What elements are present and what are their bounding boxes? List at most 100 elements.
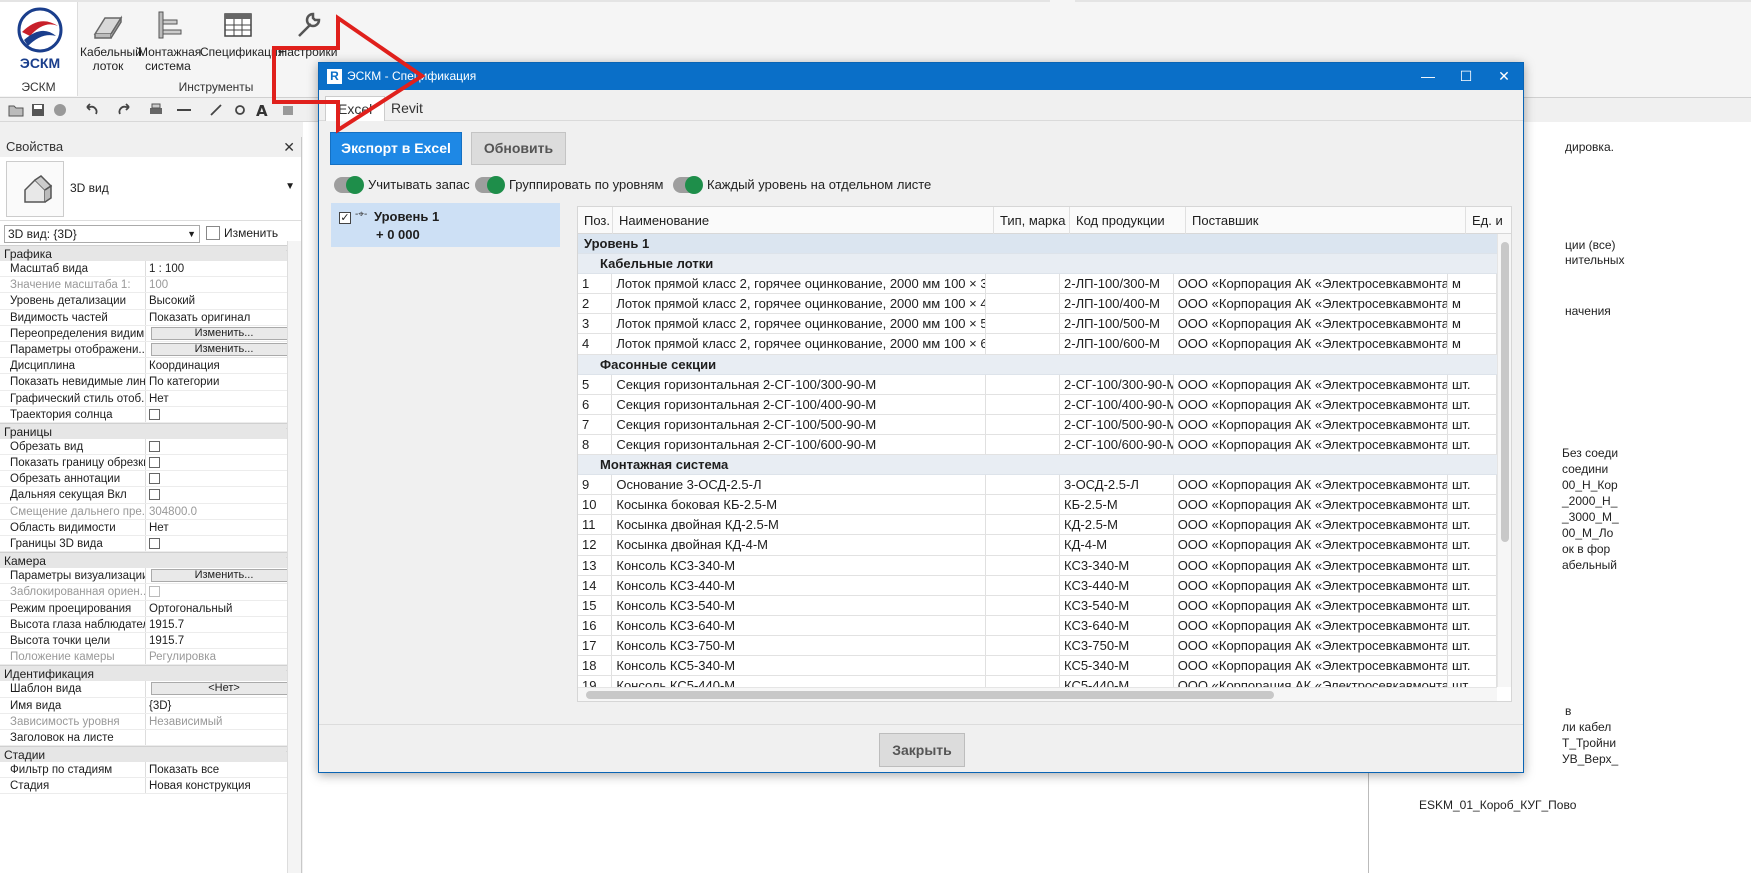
tree-item-level[interactable]: ✓ -⌖- Уровень 1 + 0 000 xyxy=(331,203,560,247)
chevron-down-icon[interactable]: ▼ xyxy=(285,181,295,192)
detail-level-value[interactable]: Высокий xyxy=(146,293,301,308)
table-row[interactable]: 16 Консоль КС3-640-М КС3-640-М ООО «Корпора… xyxy=(578,615,1497,636)
section-camera[interactable]: Камера⌃ xyxy=(0,552,301,569)
view-scale-value[interactable]: 1 : 100 xyxy=(146,261,301,276)
measure-icon[interactable] xyxy=(176,102,192,118)
tag-icon[interactable] xyxy=(232,102,248,118)
close-button[interactable]: ✕ xyxy=(1485,63,1523,90)
table-row[interactable]: 6 Секция горизонтальная 2-СГ-100/400-90-М… xyxy=(578,394,1497,415)
table-cell xyxy=(986,294,1061,314)
type-selector[interactable]: 3D вид ▼ xyxy=(0,157,301,221)
open-icon[interactable] xyxy=(8,102,24,118)
section-phasing[interactable]: Стадии⌃ xyxy=(0,746,301,763)
mounting-system-button[interactable]: Монтажная система xyxy=(138,8,201,73)
undo-icon[interactable] xyxy=(84,102,100,118)
close-dialog-button[interactable]: Закрыть xyxy=(879,733,965,767)
table-row[interactable]: 18 Консоль КС5-340-М КС5-340-М ООО «Корпора… xyxy=(578,655,1497,677)
scroll-thumb[interactable] xyxy=(586,691,1274,699)
table-row[interactable]: 8 Секция горизонтальная 2-СГ-100/600-90-М… xyxy=(578,434,1497,456)
table-row[interactable]: 13 Консоль КС3-340-М КС3-340-М ООО «Корпора… xyxy=(578,555,1497,576)
visibility-overrides-edit-button[interactable]: Изменить... xyxy=(151,326,297,340)
far-clip-checkbox[interactable] xyxy=(149,489,160,501)
table-row[interactable]: 2 Лоток прямой класс 2, горячее оцинкован… xyxy=(578,294,1497,315)
section-box-checkbox[interactable] xyxy=(149,538,160,549)
settings-button[interactable]: Настройки xyxy=(278,8,338,59)
sync-icon[interactable] xyxy=(52,102,68,118)
table-row[interactable]: 15 Консоль КС3-540-М КС3-540-М ООО «Корпора… xyxy=(578,595,1497,616)
view-name-value[interactable]: {3D} xyxy=(146,698,301,713)
print-icon[interactable] xyxy=(148,102,164,118)
tab-revit[interactable]: Revit xyxy=(379,96,435,121)
rendering-settings-edit-button[interactable]: Изменить... xyxy=(151,569,297,583)
level-checkbox[interactable]: ✓ xyxy=(339,212,351,224)
phase-value[interactable]: Новая конструкция xyxy=(146,778,301,793)
column-header[interactable]: Поз. xyxy=(578,207,613,234)
section-graphics[interactable]: Графика⌃ xyxy=(0,245,301,261)
minimize-button[interactable]: — xyxy=(1409,63,1447,90)
display-options-edit-button[interactable]: Изменить... xyxy=(151,342,297,356)
table-row[interactable]: 3 Лоток прямой класс 2, горячее оцинкован… xyxy=(578,314,1497,335)
properties-scrollbar[interactable] xyxy=(287,241,301,873)
prop-row: Высота точки цели 1915.7 xyxy=(0,632,301,650)
export-excel-button[interactable]: Экспорт в Excel xyxy=(330,132,462,165)
vertical-scrollbar[interactable] xyxy=(1497,234,1511,687)
toggle-reserve[interactable]: Учитывать запас xyxy=(334,176,472,194)
projection-mode-value[interactable]: Ортогональный xyxy=(146,601,301,616)
edit-type-button[interactable]: Изменить тип xyxy=(206,225,296,256)
section-identity[interactable]: Идентификация⌃ xyxy=(0,665,301,682)
annotation-crop-checkbox[interactable] xyxy=(149,473,160,485)
column-header[interactable]: Тип, марка xyxy=(994,207,1070,234)
crop-region-visible-checkbox[interactable] xyxy=(149,457,160,469)
column-header[interactable]: Код продукции xyxy=(1070,207,1186,234)
scroll-thumb[interactable] xyxy=(1501,242,1509,542)
instance-filter-select[interactable]: 3D вид: {3D} ▼ xyxy=(4,225,200,243)
toggle-group-by-levels[interactable]: Группировать по уровням xyxy=(475,176,665,194)
table-row[interactable]: 7 Секция горизонтальная 2-СГ-100/500-90-М… xyxy=(578,414,1497,435)
dialog-titlebar[interactable]: R ЭСКМ - Спецификация — ☐ ✕ xyxy=(319,63,1523,90)
column-header[interactable]: Наименование xyxy=(613,207,994,234)
table-row[interactable]: 14 Консоль КС3-440-М КС3-440-М ООО «Корпора… xyxy=(578,575,1497,596)
eye-elevation-value[interactable]: 1915.7 xyxy=(146,617,301,632)
table-row[interactable]: 5 Секция горизонтальная 2-СГ-100/300-90-М… xyxy=(578,374,1497,395)
column-header[interactable]: Ед. и xyxy=(1466,207,1511,234)
table-row[interactable]: 10 Косынка боковая КБ-2.5-М КБ-2.5-М ООО «К… xyxy=(578,495,1497,516)
sun-path-checkbox[interactable] xyxy=(149,408,160,420)
eskm-logo[interactable]: ЭСКМ xyxy=(8,6,72,74)
table-row[interactable]: 4 Лоток прямой класс 2, горячее оцинкован… xyxy=(578,334,1497,355)
parts-visibility-value[interactable]: Показать оригинал xyxy=(146,310,301,325)
refresh-button[interactable]: Обновить xyxy=(471,132,566,165)
phase-filter-value[interactable]: Показать все xyxy=(146,762,301,777)
table-row[interactable]: 9 Основание 3-ОСД-2.5-Л 3-ОСД-2.5-Л ООО «Ко… xyxy=(578,475,1497,496)
scope-box-value[interactable]: Нет xyxy=(146,520,301,535)
hidden-lines-value[interactable]: По категории xyxy=(146,374,301,389)
dimension-icon[interactable] xyxy=(208,102,224,118)
table-row[interactable]: 1 Лоток прямой класс 2, горячее оцинкован… xyxy=(578,274,1497,295)
3d-view-icon[interactable] xyxy=(280,102,296,118)
graphic-style-value[interactable]: Нет xyxy=(146,391,301,406)
close-icon[interactable]: ✕ xyxy=(283,137,295,157)
cable-tray-button[interactable]: Кабельный лоток xyxy=(80,8,142,73)
title-on-sheet-value[interactable] xyxy=(146,730,301,745)
toggle-level-per-sheet[interactable]: Каждый уровень на отдельном листе xyxy=(673,176,931,194)
text-icon[interactable]: A xyxy=(254,102,270,118)
table-row[interactable]: 12 Косынка двойная КД-4-М КД-4-М ООО «Корпо… xyxy=(578,535,1497,556)
view-template-button[interactable]: <Нет> xyxy=(151,682,297,696)
column-header[interactable]: Поставшик xyxy=(1186,207,1466,234)
table-cell: ООО «Корпорация АК «Электросевкавмонтаж» xyxy=(1174,475,1448,495)
specification-button[interactable]: Спецификация xyxy=(200,8,284,59)
table-row[interactable]: 17 Консоль КС3-750-М КС3-750-М ООО «Корпора… xyxy=(578,635,1497,656)
maximize-button[interactable]: ☐ xyxy=(1447,63,1485,90)
target-elevation-value[interactable]: 1915.7 xyxy=(146,633,301,648)
redo-icon[interactable] xyxy=(116,102,132,118)
horizontal-scrollbar[interactable] xyxy=(578,687,1497,701)
crop-view-checkbox[interactable] xyxy=(149,440,160,452)
table-cell: шт. xyxy=(1448,414,1497,434)
table-row[interactable]: 11 Косынка двойная КД-2.5-М КД-2.5-М ООО «К… xyxy=(578,515,1497,536)
ribbon-group-label-tools: Инструменты xyxy=(178,80,254,94)
save-icon[interactable] xyxy=(30,102,46,118)
properties-grid: Графика⌃ Масштаб вида1 : 100 Значение ма… xyxy=(0,245,301,795)
browser-text[interactable]: ESKM_01_Короб_КУГ_Пово xyxy=(1419,798,1576,812)
tab-excel[interactable]: Excel xyxy=(325,96,386,121)
section-extents[interactable]: Границы⌃ xyxy=(0,422,301,439)
discipline-value[interactable]: Координация xyxy=(146,358,301,373)
